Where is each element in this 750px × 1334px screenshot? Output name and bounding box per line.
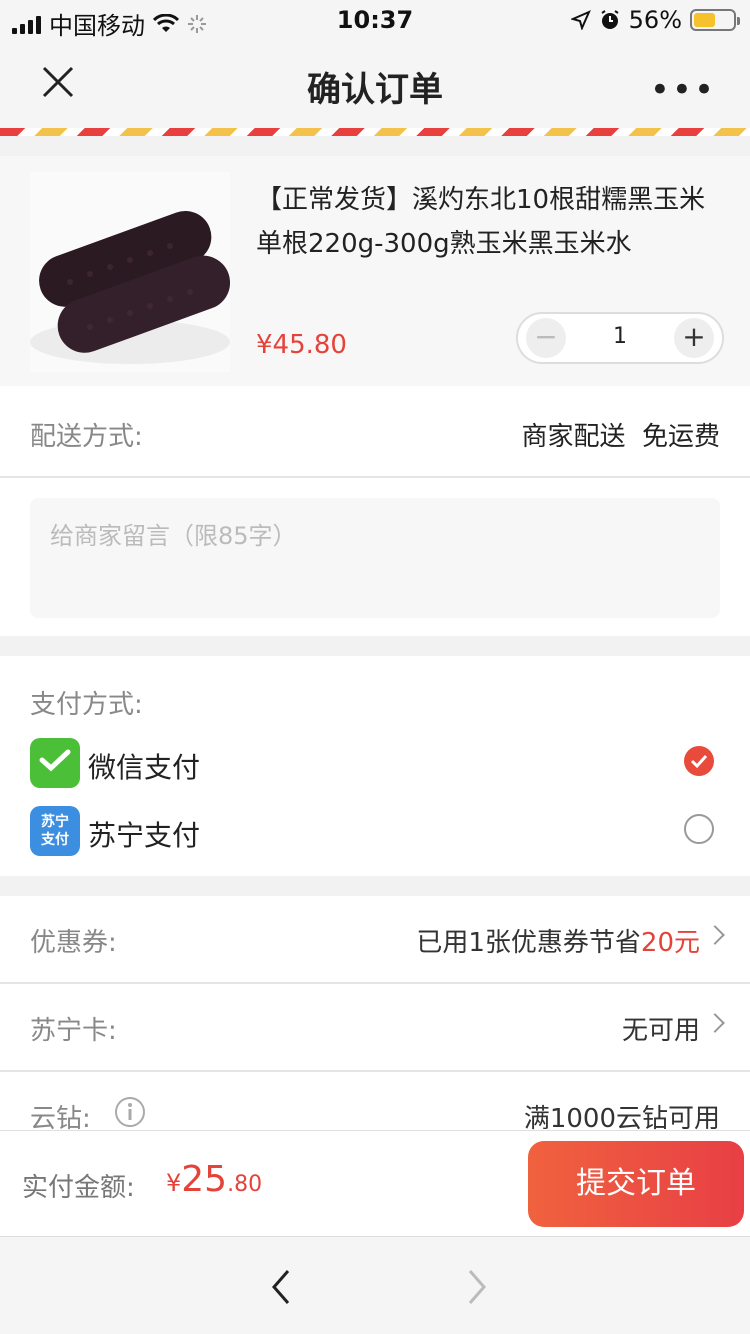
coupon-row[interactable]: 优惠券: 已用1张优惠券节省20元 — [0, 896, 750, 984]
chevron-right-icon — [705, 1013, 725, 1033]
battery-percent: 56% — [628, 6, 682, 34]
payment-option-label: 苏宁支付 — [88, 819, 201, 852]
product-image[interactable] — [30, 172, 230, 372]
coupon-label: 优惠券: — [30, 928, 117, 958]
alarm-icon — [601, 10, 619, 29]
total-label: 实付金额: — [22, 1173, 135, 1203]
payment-option-suning[interactable]: 苏宁支付 苏宁支付 — [30, 806, 720, 858]
nav-bar: 确认订单 ••• — [0, 40, 750, 128]
message-field[interactable]: 给商家留言（限85字） — [30, 498, 720, 618]
corn-image-icon — [30, 210, 230, 364]
more-icon[interactable]: ••• — [650, 70, 716, 110]
divider — [0, 476, 750, 478]
checkout-bar: 实付金额: ¥25.80 提交订单 — [0, 1130, 750, 1236]
browser-toolbar — [0, 1236, 750, 1334]
suning-pay-icon: 苏宁支付 — [30, 806, 80, 856]
wechat-pay-icon — [30, 738, 80, 788]
suning-card-value: 无可用 — [621, 1016, 700, 1046]
envelope-stripe — [0, 128, 750, 136]
status-right: 56% — [570, 6, 740, 34]
coupon-value-prefix: 已用1张优惠券节省 — [416, 928, 641, 958]
payment-option-wechat[interactable]: 微信支付 — [30, 738, 720, 790]
page-title: 确认订单 — [307, 70, 443, 110]
total-decimal: .80 — [227, 1172, 263, 1197]
quantity-stepper: − 1 + — [516, 312, 724, 364]
coupon-value: 已用1张优惠券节省20元 — [416, 922, 700, 959]
delivery-value: 商家配送 免运费 — [521, 422, 720, 452]
suning-card-row[interactable]: 苏宁卡: 无可用 — [0, 984, 750, 1072]
submit-order-button[interactable]: 提交订单 — [528, 1141, 744, 1227]
radio-checked-icon[interactable] — [684, 746, 714, 776]
total-integer: 25 — [181, 1159, 228, 1200]
payment-option-label: 微信支付 — [88, 751, 201, 784]
back-arrow-icon[interactable] — [262, 1267, 302, 1307]
info-icon[interactable] — [114, 1096, 146, 1128]
forward-arrow-icon[interactable] — [456, 1267, 496, 1307]
total-amount: ¥25.80 — [166, 1159, 262, 1200]
location-icon — [570, 10, 591, 30]
product-card: 【正常发货】溪灼东北10根甜糯黑玉米单根220g-300g熟玉米黑玉米水 ¥45… — [0, 156, 750, 386]
increase-button[interactable]: + — [674, 318, 714, 358]
delivery-label: 配送方式: — [30, 422, 143, 452]
suning-card-label: 苏宁卡: — [30, 1016, 117, 1046]
battery-fill — [694, 13, 716, 27]
chevron-right-icon — [705, 925, 725, 945]
radio-unchecked-icon[interactable] — [684, 814, 714, 844]
status-bar: 中国移动 10:37 56% — [0, 0, 750, 40]
product-name[interactable]: 【正常发货】溪灼东北10根甜糯黑玉米单根220g-300g熟玉米黑玉米水 — [256, 178, 726, 266]
discount-card: 优惠券: 已用1张优惠券节省20元 苏宁卡: 无可用 云钻: 满1000云钻可用 — [0, 896, 750, 1134]
battery-icon — [690, 9, 740, 31]
total-currency: ¥ — [166, 1169, 182, 1197]
coupon-saving: 20元 — [640, 928, 700, 958]
delivery-row: 配送方式: 商家配送 免运费 — [0, 390, 750, 478]
payment-label: 支付方式: — [30, 690, 143, 720]
product-price: ¥45.80 — [256, 330, 347, 360]
